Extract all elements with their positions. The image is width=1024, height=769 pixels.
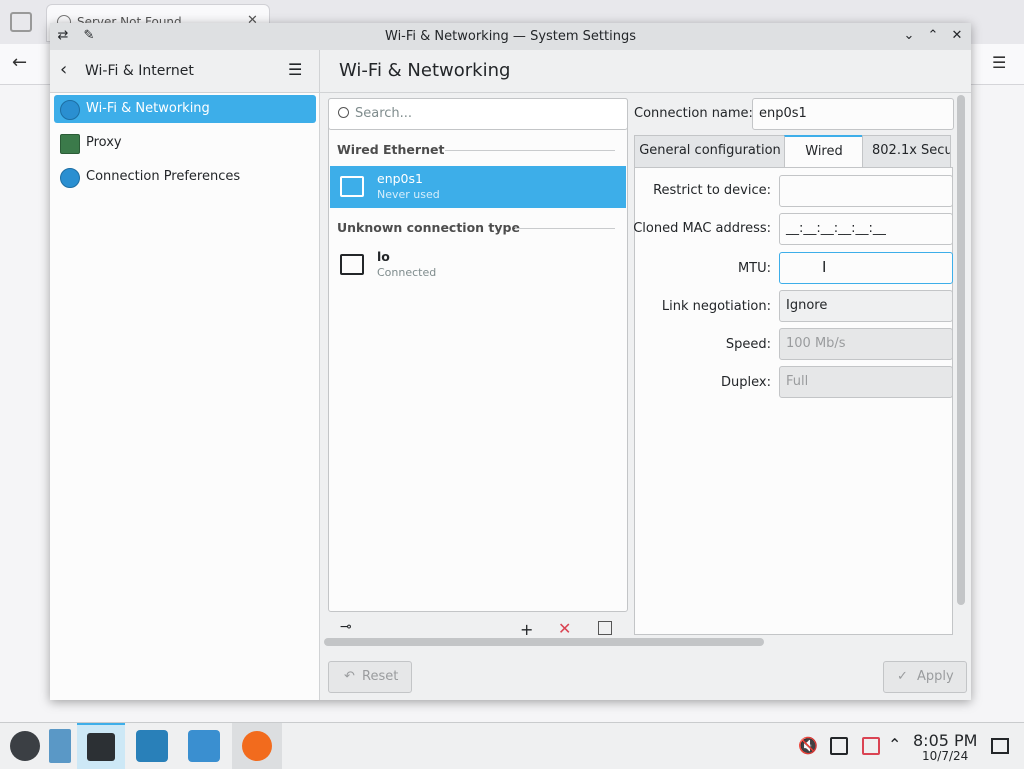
back-chevron-icon[interactable]: ‹ — [60, 59, 67, 80]
globe-network-icon — [60, 100, 80, 120]
back-arrow-icon[interactable]: ← — [12, 52, 27, 73]
apply-button[interactable]: ✓ Apply — [883, 661, 967, 693]
tab-wired[interactable]: Wired — [784, 135, 864, 169]
discover-icon[interactable] — [136, 730, 168, 762]
firefox-icon — [242, 731, 272, 761]
show-desktop-icon[interactable] — [991, 738, 1009, 754]
horizontal-scrollbar[interactable] — [324, 638, 764, 646]
connection-name-label: Connection name: — [634, 106, 753, 121]
connection-name-input[interactable]: enp0s1 — [752, 98, 954, 130]
connection-name-value: enp0s1 — [759, 106, 807, 121]
duplex-value: Full — [786, 374, 809, 389]
close-window-icon[interactable]: ✕ — [948, 27, 966, 45]
restrict-device-label: Restrict to device: — [653, 183, 771, 198]
text-cursor-icon: I — [822, 258, 827, 276]
system-settings-window: Wi-Fi & Networking — System Settings ⇄ ✎… — [50, 23, 971, 700]
chevron-up-icon[interactable]: ⌃ — [888, 735, 901, 754]
connection-list-body: Wired Ethernet enp0s1 Never used Unknown… — [329, 132, 627, 610]
task-system-settings[interactable] — [77, 723, 125, 769]
connection-list: Wired Ethernet enp0s1 Never used Unknown… — [328, 98, 628, 612]
sidebar-item-label: Connection Preferences — [86, 169, 241, 184]
speed-value: 100 Mb/s — [786, 336, 846, 351]
reset-label: Reset — [362, 669, 399, 684]
speed-label: Speed: — [725, 337, 771, 352]
configure-icon[interactable]: ⊸ — [340, 619, 352, 635]
duplex-label: Duplex: — [721, 375, 771, 390]
group-header-wired: Wired Ethernet — [337, 142, 445, 157]
tab-label: 802.1x Secur — [872, 143, 951, 158]
clock-time[interactable]: 8:05 PM — [913, 731, 977, 750]
undo-icon: ↶ — [344, 669, 355, 684]
pager-icon[interactable] — [49, 729, 71, 763]
application-launcher-icon[interactable] — [10, 731, 40, 761]
check-icon: ✓ — [897, 669, 908, 684]
maximize-icon[interactable]: ⌃ — [924, 27, 942, 45]
search-placeholder: Search... — [355, 106, 413, 121]
mtu-input[interactable]: I — [779, 252, 953, 284]
connection-status: Connected — [377, 266, 437, 279]
tab-label: Wired — [805, 144, 843, 159]
connection-item-enp0s1[interactable]: enp0s1 Never used — [330, 166, 626, 208]
pin-icon[interactable]: ✎ — [80, 27, 98, 45]
task-firefox[interactable] — [232, 723, 282, 769]
window-title: Wi-Fi & Networking — System Settings — [385, 29, 636, 44]
search-icon — [338, 107, 349, 118]
group-divider — [515, 228, 615, 229]
link-negotiation-combo[interactable]: Ignore — [779, 290, 953, 322]
export-icon[interactable] — [598, 621, 612, 635]
link-negotiation-label: Link negotiation: — [661, 299, 771, 314]
restrict-device-combo[interactable] — [779, 175, 953, 207]
tab-label: General configuration — [639, 143, 781, 158]
tab-general-configuration[interactable]: General configuration — [634, 135, 786, 168]
search-input[interactable]: Search... — [328, 98, 628, 130]
connection-name: lo — [377, 249, 390, 264]
sidebar-item-proxy[interactable]: Proxy — [54, 129, 316, 157]
sidebar: ‹ Wi-Fi & Internet ☰ Wi-Fi & Networking … — [50, 50, 320, 700]
connection-name: enp0s1 — [377, 171, 423, 186]
link-negotiation-value: Ignore — [786, 298, 828, 313]
taskbar: 🔇 ⌃ 8:05 PM 10/7/24 — [0, 722, 1024, 769]
cloned-mac-input[interactable]: __:__:__:__:__:__ — [779, 213, 953, 245]
sidebar-item-label: Proxy — [86, 135, 122, 150]
page-title: Wi-Fi & Networking — [339, 60, 511, 81]
sidebar-item-connection-preferences[interactable]: Connection Preferences — [54, 163, 316, 191]
group-divider — [445, 150, 615, 151]
page-header: Wi-Fi & Networking — [320, 50, 971, 93]
connection-status: Never used — [377, 188, 440, 201]
clock-date[interactable]: 10/7/24 — [922, 749, 968, 763]
hamburger-menu-icon[interactable]: ☰ — [288, 60, 302, 79]
minimize-icon[interactable]: ⌄ — [900, 27, 918, 45]
mtu-label: MTU: — [737, 261, 771, 276]
vertical-scrollbar[interactable] — [957, 95, 965, 605]
network-wired-icon — [340, 176, 364, 197]
disk-icon[interactable] — [830, 737, 848, 755]
window-titlebar[interactable]: Wi-Fi & Networking — System Settings ⇄ ✎… — [50, 23, 971, 51]
apply-label: Apply — [917, 669, 954, 684]
cloned-mac-label: Cloned MAC address: — [633, 221, 771, 236]
proxy-icon — [60, 134, 80, 154]
duplex-combo[interactable]: Full — [779, 366, 953, 398]
cloned-mac-value: __:__:__:__:__:__ — [786, 221, 886, 236]
muted-speaker-icon[interactable]: 🔇 — [798, 736, 818, 755]
connection-item-lo[interactable]: lo Connected — [330, 244, 626, 286]
group-header-unknown: Unknown connection type — [337, 220, 520, 235]
globe-icon — [60, 168, 80, 188]
sidebar-item-label: Wi-Fi & Networking — [86, 101, 210, 116]
file-manager-icon[interactable] — [188, 730, 220, 762]
network-disconnected-icon[interactable] — [862, 737, 880, 755]
reset-button[interactable]: ↶ Reset — [328, 661, 412, 693]
sidebar-item-wifi-networking[interactable]: Wi-Fi & Networking — [54, 95, 316, 123]
network-wired-icon — [340, 254, 364, 275]
sidebar-header: ‹ Wi-Fi & Internet ☰ — [50, 50, 319, 93]
sidebar-back-label[interactable]: Wi-Fi & Internet — [85, 63, 194, 79]
system-settings-icon — [87, 733, 115, 761]
camera-icon[interactable] — [10, 12, 32, 32]
remove-icon[interactable]: ✕ — [558, 619, 571, 638]
settings-app-icon[interactable]: ⇄ — [54, 27, 72, 45]
speed-combo[interactable]: 100 Mb/s — [779, 328, 953, 360]
wired-tab-content: Restrict to device: Cloned MAC address: … — [633, 167, 953, 635]
add-icon[interactable]: + — [520, 620, 533, 639]
hamburger-menu-icon[interactable]: ☰ — [992, 53, 1006, 72]
tab-8021x-security[interactable]: 802.1x Secur — [862, 135, 951, 167]
